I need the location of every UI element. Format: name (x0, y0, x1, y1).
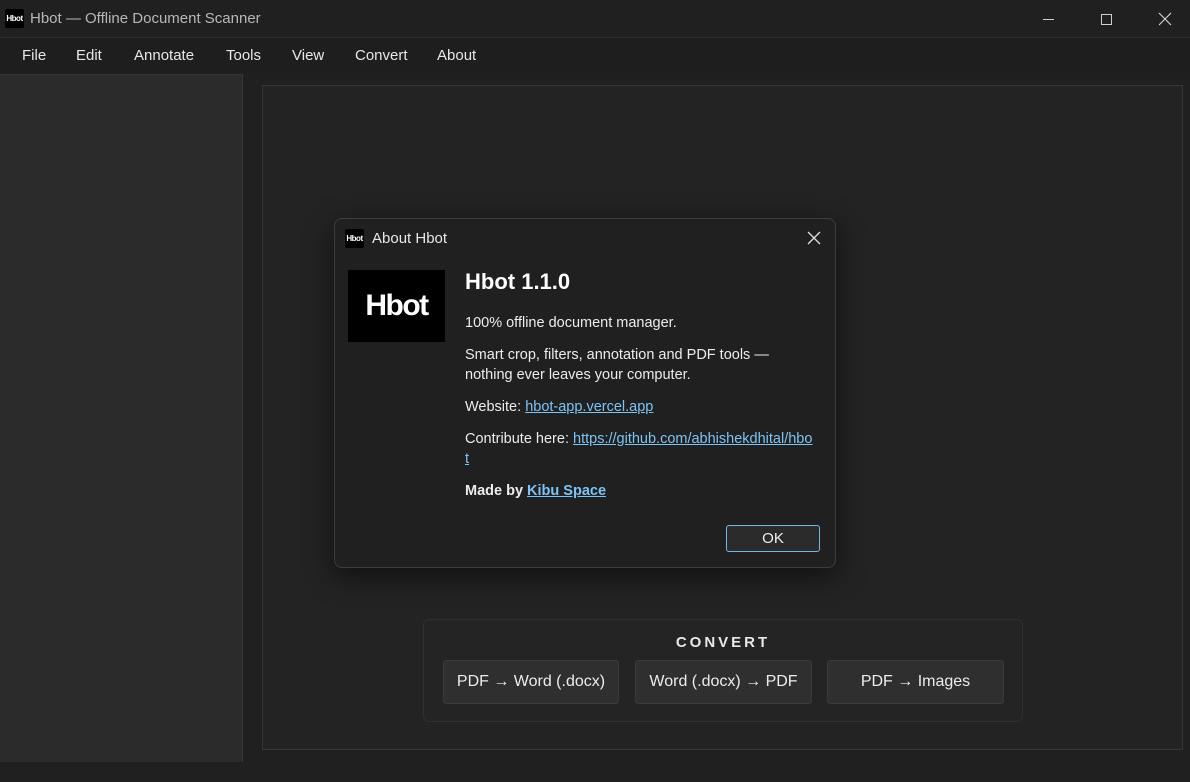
menu-view[interactable]: View (292, 47, 324, 64)
minimize-icon (1042, 18, 1054, 20)
close-icon (1158, 12, 1172, 26)
about-dialog: Hbot About Hbot Hbot Hbot 1.1.0 100% off… (334, 218, 836, 568)
maximize-button[interactable] (1077, 0, 1135, 38)
contribute-row: Contribute here: https://github.com/abhi… (465, 429, 815, 469)
made-by-label: Made by (465, 483, 528, 499)
convert-title: CONVERT (675, 634, 771, 651)
menu-about[interactable]: About (437, 47, 476, 64)
dialog-app-icon: Hbot (345, 229, 364, 248)
website-row: Website: hbot-app.vercel.app (465, 397, 653, 417)
app-window: Hbot Hbot — Offline Document Scanner Fil… (0, 0, 1190, 782)
made-by-link[interactable]: Kibu Space (527, 483, 606, 499)
close-icon (807, 231, 821, 245)
menu-bar: File Edit Annotate Tools View Convert Ab… (0, 39, 1190, 73)
menu-convert[interactable]: Convert (355, 47, 408, 64)
app-logo-icon: Hbot (5, 9, 24, 28)
website-link[interactable]: hbot-app.vercel.app (525, 399, 653, 415)
menu-file[interactable]: File (22, 47, 46, 64)
dialog-title: About Hbot (372, 230, 448, 247)
website-label: Website: (465, 399, 526, 415)
menu-tools[interactable]: Tools (226, 47, 261, 64)
maximize-icon (1100, 13, 1112, 25)
about-heading: Hbot 1.1.0 (465, 269, 571, 294)
dialog-close-button[interactable] (797, 225, 831, 251)
word-to-pdf-button[interactable]: Word (.docx) → PDF (635, 660, 812, 704)
menu-edit[interactable]: Edit (76, 47, 102, 64)
about-tagline: 100% offline document manager. (465, 315, 677, 331)
contribute-label: Contribute here: (465, 431, 574, 447)
made-by-row: Made by Kibu Space (465, 481, 606, 501)
ok-button[interactable]: OK (726, 525, 820, 552)
convert-panel: CONVERT PDF → Word (.docx) Word (.docx) … (423, 619, 1023, 722)
sidebar-panel (0, 74, 243, 762)
window-title: Hbot — Offline Document Scanner (30, 10, 261, 27)
minimize-button[interactable] (1019, 0, 1077, 38)
pdf-to-word-button[interactable]: PDF → Word (.docx) (443, 660, 619, 704)
menu-annotate[interactable]: Annotate (134, 47, 194, 64)
about-description: Smart crop, filters, annotation and PDF … (465, 347, 769, 383)
pdf-to-images-button[interactable]: PDF → Images (827, 660, 1004, 704)
hbot-logo: Hbot (348, 270, 445, 342)
title-bar: Hbot Hbot — Offline Document Scanner (0, 0, 1190, 38)
close-window-button[interactable] (1136, 0, 1190, 38)
